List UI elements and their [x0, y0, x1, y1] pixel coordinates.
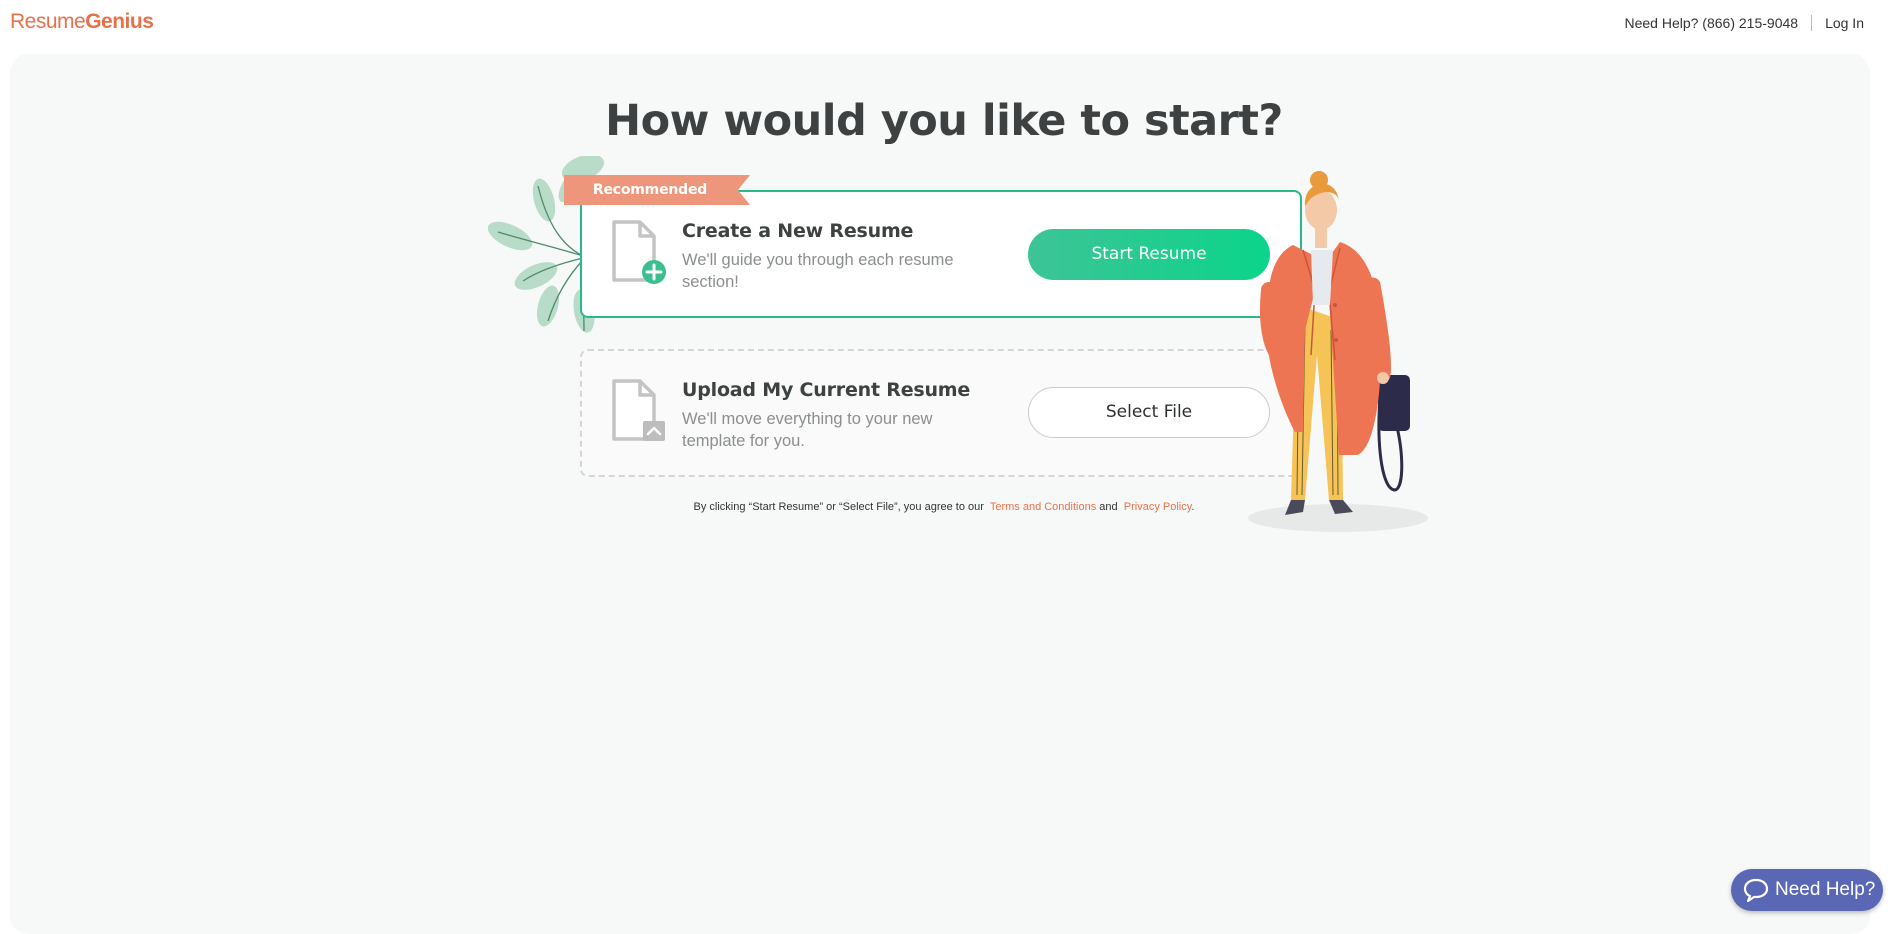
- login-link[interactable]: Log In: [1825, 15, 1864, 31]
- resume-genius-logo[interactable]: ResumeGenius: [10, 10, 154, 34]
- header-links: Need Help? (866) 215-9048 Log In: [1624, 15, 1864, 31]
- agreement-and: and: [1099, 501, 1118, 513]
- create-resume-title: Create a New Resume: [682, 220, 914, 242]
- document-upload-icon: [612, 379, 665, 441]
- agreement-text: By clicking “Start Resume” or “Select Fi…: [0, 501, 1888, 513]
- logo-text-genius: Genius: [85, 10, 154, 33]
- select-file-button[interactable]: Select File: [1028, 387, 1270, 438]
- page-title: How would you like to start?: [605, 96, 1283, 146]
- woman-illustration-icon: [1248, 171, 1428, 532]
- agreement-period: .: [1191, 501, 1195, 513]
- top-navigation: ResumeGenius Need Help? (866) 215-9048 L…: [0, 0, 1888, 54]
- chat-label: Need Help?: [1775, 879, 1876, 900]
- need-help-chat-button[interactable]: Need Help?: [1731, 869, 1883, 911]
- chat-bubble-icon: [1743, 878, 1769, 902]
- agreement-prefix: By clicking “Start Resume” or “Select Fi…: [693, 501, 984, 513]
- main-panel: [10, 54, 1870, 934]
- privacy-link[interactable]: Privacy Policy: [1124, 501, 1192, 513]
- recommended-label: Recommended: [592, 182, 708, 198]
- terms-link[interactable]: Terms and Conditions: [990, 501, 1096, 513]
- create-resume-description: We'll guide you through each resume sect…: [682, 251, 954, 291]
- start-resume-button[interactable]: Start Resume: [1028, 229, 1270, 280]
- upload-resume-description: We'll move everything to your new templa…: [682, 410, 933, 450]
- header-divider: [1811, 15, 1813, 31]
- upload-resume-title: Upload My Current Resume: [682, 379, 971, 401]
- document-plus-icon: [612, 220, 666, 284]
- help-phone-link[interactable]: Need Help? (866) 215-9048: [1624, 15, 1798, 31]
- logo-text-resume: Resume: [10, 10, 86, 33]
